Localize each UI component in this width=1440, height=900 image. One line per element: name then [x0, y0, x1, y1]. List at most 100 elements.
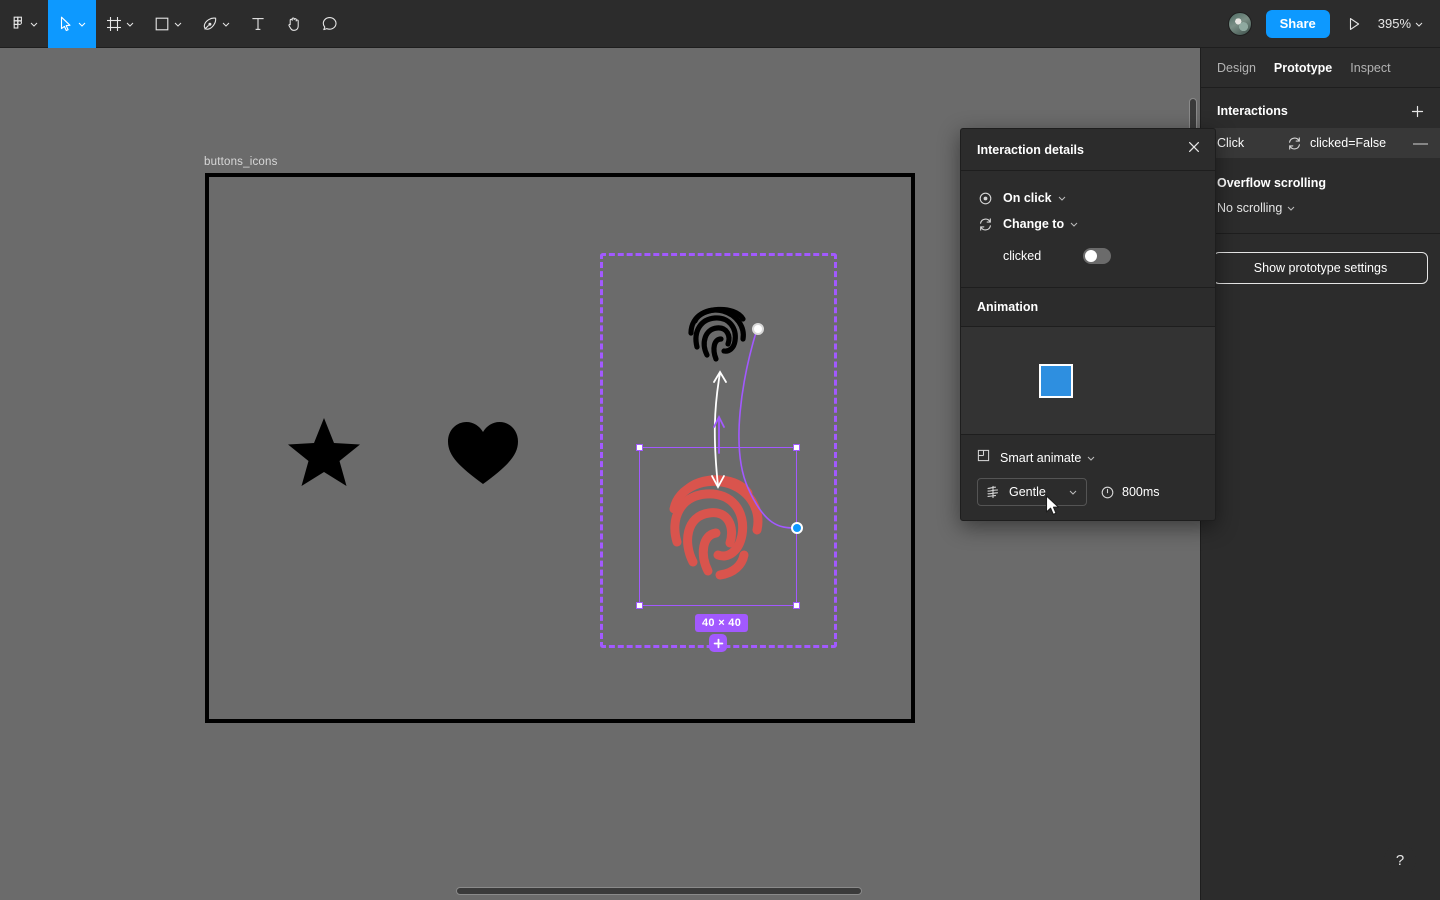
- overflow-value-label: No scrolling: [1217, 201, 1283, 215]
- selection-bounding-box[interactable]: [636, 444, 800, 609]
- popup-title: Interaction details: [977, 142, 1084, 157]
- interaction-row-click[interactable]: Click clicked=False —: [1201, 128, 1440, 158]
- interactions-section-header: Interactions: [1201, 88, 1440, 128]
- heart-icon[interactable]: [446, 420, 520, 486]
- frame-icon: [107, 16, 121, 31]
- tab-prototype[interactable]: Prototype: [1274, 61, 1332, 75]
- panel-divider: [1201, 233, 1440, 234]
- zoom-control[interactable]: 395%: [1378, 16, 1424, 31]
- tool-figma-menu[interactable]: [0, 0, 48, 48]
- chevron-down-icon: [1287, 206, 1295, 211]
- trigger-label: On click: [1003, 191, 1052, 205]
- play-triangle-icon: [1349, 17, 1359, 30]
- hand-icon: [288, 16, 299, 31]
- figma-logo-icon: [13, 16, 23, 29]
- trigger-select[interactable]: On click: [1003, 191, 1067, 205]
- variable-row: clicked: [977, 241, 1199, 271]
- rectangle-icon: [155, 17, 169, 30]
- chevron-down-icon: [78, 22, 86, 27]
- panel-tabs: Design Prototype Inspect: [1201, 48, 1440, 88]
- clock-icon: [1101, 486, 1114, 498]
- plus-icon: [1411, 105, 1423, 117]
- variable-toggle[interactable]: [1083, 248, 1111, 264]
- present-button[interactable]: [1344, 14, 1364, 34]
- plus-icon: [713, 638, 723, 648]
- easing-curve-icon: [987, 485, 999, 499]
- tool-shape[interactable]: [144, 0, 192, 48]
- close-icon[interactable]: [1187, 140, 1201, 159]
- interaction-details-popup: Interaction details On click Change to c…: [960, 128, 1216, 521]
- remove-interaction-button[interactable]: —: [1413, 136, 1428, 151]
- trigger-row[interactable]: On click: [977, 185, 1199, 211]
- popup-header: Interaction details: [961, 129, 1215, 171]
- share-button[interactable]: Share: [1265, 9, 1330, 38]
- star-icon[interactable]: [286, 416, 362, 488]
- chevron-down-icon: [1069, 490, 1077, 495]
- animation-controls: Smart animate Gentle 800ms: [961, 435, 1215, 520]
- add-interaction-button[interactable]: [1408, 102, 1426, 120]
- help-button[interactable]: ?: [1384, 844, 1416, 876]
- toolbar-right-group: Share 395%: [1227, 0, 1440, 48]
- chevron-down-icon: [174, 22, 182, 27]
- add-interaction-button[interactable]: [709, 634, 727, 652]
- interaction-event-label: Click: [1217, 136, 1245, 150]
- duration-value: 800ms: [1122, 485, 1160, 499]
- duration-field[interactable]: 800ms: [1101, 485, 1160, 499]
- show-prototype-settings-button[interactable]: Show prototype settings: [1213, 252, 1428, 284]
- chevron-down-icon: [30, 22, 38, 27]
- interactions-title: Interactions: [1217, 104, 1288, 118]
- comment-bubble-icon: [322, 16, 337, 30]
- resize-handle-bottom-right[interactable]: [793, 602, 800, 609]
- fingerprint-icon-default[interactable]: [683, 297, 755, 369]
- connector-source-dot[interactable]: [752, 323, 764, 335]
- tool-text[interactable]: [240, 0, 276, 48]
- tool-move[interactable]: [48, 0, 96, 48]
- top-toolbar: Share 395%: [0, 0, 1440, 48]
- frame-label[interactable]: buttons_icons: [204, 156, 278, 168]
- resize-handle-top-right[interactable]: [793, 444, 800, 451]
- smart-animate-icon: [977, 449, 990, 467]
- tool-pen[interactable]: [192, 0, 240, 48]
- easing-select[interactable]: Gentle: [977, 478, 1087, 506]
- overflow-select[interactable]: No scrolling: [1217, 201, 1424, 215]
- animation-preview-square: [1039, 363, 1073, 398]
- dimension-badge: 40 × 40: [695, 614, 749, 633]
- chevron-down-icon: [1415, 22, 1423, 27]
- zoom-level-label: 395%: [1377, 16, 1411, 31]
- change-to-icon: [1287, 136, 1302, 151]
- overflow-scrolling-section: Overflow scrolling No scrolling: [1201, 158, 1440, 215]
- tool-comment[interactable]: [312, 0, 348, 48]
- tool-frame[interactable]: [96, 0, 144, 48]
- tab-design[interactable]: Design: [1217, 61, 1256, 75]
- resize-handle-bottom-left[interactable]: [636, 602, 643, 609]
- variable-name-label: clicked: [1003, 249, 1042, 263]
- right-sidebar: Design Prototype Inspect Interactions Cl…: [1200, 48, 1440, 900]
- action-select[interactable]: Change to: [1003, 217, 1079, 231]
- chevron-down-icon: [126, 22, 134, 27]
- text-t-icon: [252, 17, 264, 30]
- tab-inspect[interactable]: Inspect: [1350, 61, 1390, 75]
- easing-label: Gentle: [1009, 485, 1046, 499]
- chevron-down-icon: [222, 22, 230, 27]
- animation-section-title: Animation: [961, 287, 1215, 327]
- avatar[interactable]: [1227, 11, 1252, 36]
- chevron-down-icon: [1070, 222, 1078, 227]
- connector-target-dot[interactable]: [791, 522, 803, 534]
- pen-icon: [203, 17, 217, 30]
- chevron-down-icon: [1087, 456, 1095, 461]
- animation-type-select[interactable]: Smart animate: [1000, 451, 1096, 465]
- toggle-knob: [1085, 250, 1097, 262]
- easing-row: Gentle 800ms: [977, 478, 1199, 506]
- action-row[interactable]: Change to: [977, 211, 1199, 237]
- on-click-icon: [977, 192, 993, 205]
- animation-preview: [961, 327, 1215, 435]
- overflow-title: Overflow scrolling: [1217, 176, 1327, 190]
- chevron-down-icon: [1058, 196, 1065, 201]
- animation-type-row[interactable]: Smart animate: [977, 447, 1199, 469]
- resize-handle-top-left[interactable]: [636, 444, 643, 451]
- tool-hand[interactable]: [276, 0, 312, 48]
- cursor-arrow-icon: [60, 16, 71, 31]
- action-label: Change to: [1003, 217, 1065, 231]
- popup-body: On click Change to clicked: [961, 171, 1215, 287]
- horizontal-scrollbar[interactable]: [456, 887, 862, 895]
